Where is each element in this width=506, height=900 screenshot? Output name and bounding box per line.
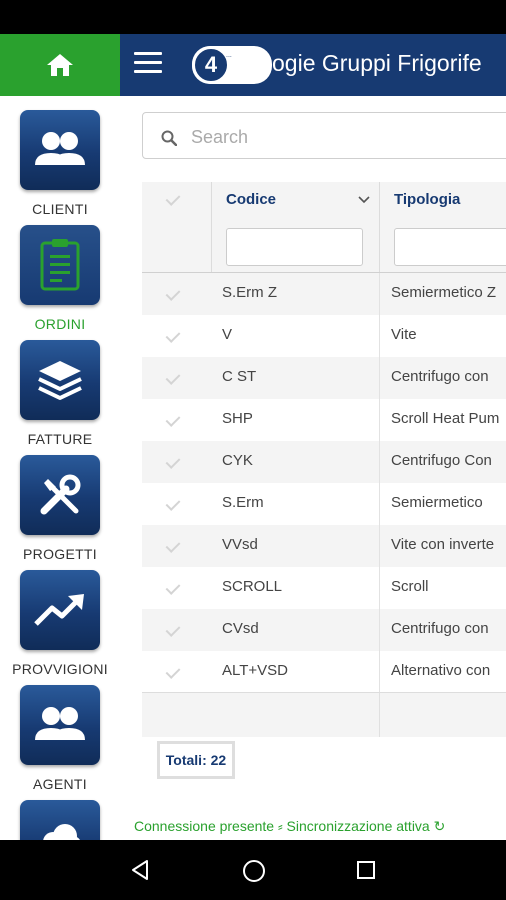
android-nav-bar: [0, 840, 506, 900]
cell-tipologia: Vite con inverte: [391, 536, 495, 553]
recents-icon[interactable]: [356, 860, 376, 880]
row-check-icon[interactable]: [166, 371, 182, 381]
filter-input-tipologia[interactable]: [394, 228, 506, 266]
cell-tipologia: Centrifugo con: [391, 368, 489, 385]
sidebar-label-ordini: ORDINI: [34, 316, 86, 332]
table-row[interactable]: CYK Centrifugo Con: [142, 441, 506, 483]
orders-grid: Codice Tipologia S.Erm Z Semiermetico ZVV…: [142, 182, 506, 737]
search-icon: [161, 130, 177, 146]
sidebar-item-provvigioni[interactable]: [20, 570, 100, 650]
sidebar-label-fatture: FATTURE: [27, 431, 93, 447]
row-check-icon[interactable]: [166, 665, 182, 675]
cell-codice: CVsd: [222, 620, 259, 637]
cloud-icon: [43, 824, 80, 840]
table-row[interactable]: S.Erm Semiermetico: [142, 483, 506, 525]
page-title: ogie Gruppi Frigorife: [272, 50, 482, 76]
home-icon: [47, 54, 73, 76]
people-icon: [35, 707, 85, 740]
cell-tipologia: Semiermetico Z: [391, 284, 497, 301]
tools-icon: [40, 474, 81, 515]
cell-codice: S.Erm: [222, 494, 264, 511]
cell-tipologia: Scroll: [391, 578, 429, 595]
app-header: 4 ... ogie Gruppi Frigorife: [120, 34, 506, 96]
home-button[interactable]: [0, 34, 120, 96]
cell-codice: VVsd: [222, 536, 258, 553]
sidebar-item-fatture[interactable]: [20, 340, 100, 420]
hamburger-menu-icon[interactable]: [134, 52, 162, 76]
sidebar-label-agenti: AGENTI: [33, 776, 87, 792]
grid-header: Codice Tipologia: [142, 182, 506, 273]
row-check-icon[interactable]: [166, 539, 182, 549]
column-header-tipologia: Tipologia: [394, 191, 461, 208]
totals-label: Totali: 22: [157, 741, 235, 779]
column-header-codice: Codice: [226, 191, 277, 208]
cell-codice: S.Erm Z: [222, 284, 277, 301]
table-row[interactable]: ALT+VSD Alternativo con: [142, 651, 506, 693]
clipboard-icon: [40, 239, 80, 291]
table-row[interactable]: SHP Scroll Heat Pum: [142, 399, 506, 441]
column-tipologia[interactable]: Tipologia: [380, 182, 506, 272]
people-icon: [35, 132, 85, 165]
row-check-icon[interactable]: [166, 497, 182, 507]
row-check-icon[interactable]: [166, 623, 182, 633]
check-icon: [166, 192, 182, 202]
table-row[interactable]: C ST Centrifugo con: [142, 357, 506, 399]
row-check-icon[interactable]: [166, 329, 182, 339]
table-row[interactable]: V Vite: [142, 315, 506, 357]
chevron-down-icon[interactable]: [358, 196, 370, 204]
sidebar: CLIENTI ORDINI FATTURE PROGETTI PROVVIGI…: [0, 96, 120, 840]
logo-small-text: ...: [226, 52, 232, 59]
cell-codice: C ST: [222, 368, 257, 385]
cell-tipologia: Vite: [391, 326, 417, 343]
cell-codice: SCROLL: [222, 578, 283, 595]
grid-footer: [142, 692, 506, 737]
status-bar: [0, 0, 506, 34]
sidebar-item-cloud[interactable]: [20, 800, 100, 840]
search-input[interactable]: [189, 121, 493, 153]
column-codice[interactable]: Codice: [212, 182, 380, 272]
logo-badge: 4: [192, 46, 230, 84]
row-check-icon[interactable]: [166, 581, 182, 591]
cell-tipologia: Semiermetico: [391, 494, 483, 511]
sidebar-item-clienti[interactable]: [20, 110, 100, 190]
company-logo: 4 ...: [192, 46, 272, 84]
sidebar-label-provvigioni: PROVVIGIONI: [12, 661, 108, 677]
select-all-cell[interactable]: [142, 182, 212, 272]
row-check-icon[interactable]: [166, 413, 182, 423]
back-icon[interactable]: [129, 859, 151, 881]
cell-tipologia: Alternativo con: [391, 662, 491, 679]
cell-codice: V: [222, 326, 233, 343]
row-check-icon[interactable]: [166, 287, 182, 297]
trend-up-icon: [34, 594, 84, 626]
filter-input-codice[interactable]: [226, 228, 363, 266]
table-row[interactable]: CVsd Centrifugo con: [142, 609, 506, 651]
sidebar-item-progetti[interactable]: [20, 455, 100, 535]
connection-status: Connessione presente ⸗ Sincronizzazione …: [134, 818, 446, 834]
search-bar: [142, 112, 506, 159]
table-row[interactable]: S.Erm Z Semiermetico Z: [142, 273, 506, 315]
row-check-icon[interactable]: [166, 455, 182, 465]
cell-codice: CYK: [222, 452, 253, 469]
sidebar-item-agenti[interactable]: [20, 685, 100, 765]
cell-tipologia: Scroll Heat Pum: [391, 410, 500, 427]
home-circle-icon[interactable]: [242, 859, 266, 883]
layers-icon: [38, 361, 82, 400]
sidebar-item-ordini[interactable]: [20, 225, 100, 305]
table-row[interactable]: VVsd Vite con inverte: [142, 525, 506, 567]
cell-codice: ALT+VSD: [222, 662, 288, 679]
cell-tipologia: Centrifugo Con: [391, 452, 492, 469]
cell-tipologia: Centrifugo con: [391, 620, 489, 637]
sidebar-label-clienti: CLIENTI: [32, 201, 88, 217]
table-row[interactable]: SCROLL Scroll: [142, 567, 506, 609]
sidebar-label-progetti: PROGETTI: [23, 546, 97, 562]
cell-codice: SHP: [222, 410, 253, 427]
